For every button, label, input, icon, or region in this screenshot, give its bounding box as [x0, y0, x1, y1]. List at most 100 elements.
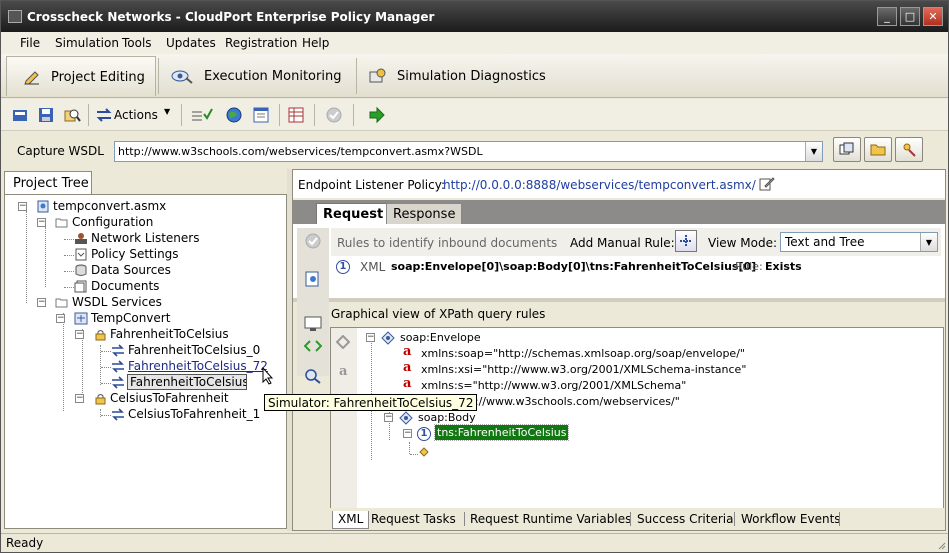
maximize-button[interactable]: □ [900, 7, 920, 26]
wsdl-dropdown-arrow-icon[interactable]: ▼ [805, 142, 822, 161]
folder-open-icon [55, 218, 68, 228]
mouse-cursor-icon [262, 367, 274, 385]
add-manual-rule-button[interactable] [675, 230, 697, 252]
collapse-toggle[interactable]: − [75, 394, 84, 403]
status-bar: Ready [1, 533, 948, 552]
run-arrow-icon[interactable] [368, 106, 386, 124]
attribute-icon: a [403, 344, 412, 359]
rules-header: Rules to identify inbound documents Add … [331, 228, 941, 256]
attribute-icon: a [403, 360, 412, 375]
bottom-tabs: XML Request Tasks Request Runtime Variab… [330, 508, 944, 529]
capture-button[interactable] [833, 137, 861, 162]
toolbar-divider [279, 104, 280, 126]
xml-tree-guide [410, 454, 418, 455]
policy-settings-icon [75, 248, 87, 261]
endpoint-url-link[interactable]: http://0.0.0.0:8888/webservices/tempconv… [443, 178, 756, 192]
attribute-icon[interactable]: a [339, 364, 347, 379]
collapse-toggle[interactable]: − [75, 330, 84, 339]
node-tag-icon[interactable] [336, 335, 350, 349]
tree-node-label: Policy Settings [91, 247, 179, 261]
view-mode-dropdown-icon[interactable]: ▼ [920, 233, 937, 251]
collapse-toggle[interactable]: − [403, 429, 412, 438]
rule-label: Rule: [735, 260, 763, 273]
actions-menu-button[interactable]: Actions [114, 108, 158, 122]
window-panel-icon[interactable] [252, 106, 270, 124]
add-document-icon[interactable] [304, 270, 322, 288]
capture-wsdl-label: Capture WSDL [17, 144, 104, 158]
tree-guide [64, 239, 74, 240]
rule-row[interactable]: 1 XML soap:Envelope[0]\soap:Body[0]\tns:… [331, 258, 831, 276]
status-text: Ready [6, 536, 44, 550]
actions-dropdown-arrow-icon[interactable]: ▼ [164, 107, 170, 116]
tab-response[interactable]: Response [386, 203, 463, 224]
tab-simulation-diagnostics-label: Simulation Diagnostics [397, 69, 546, 84]
tab-execution-monitoring[interactable]: Execution Monitoring [161, 56, 351, 96]
menu-simulation[interactable]: Simulation [55, 36, 119, 50]
wizard-button[interactable] [895, 137, 923, 162]
folder-icon [870, 144, 886, 156]
tab-success-criteria[interactable]: Success Criteria [632, 511, 738, 529]
tree-guide [101, 415, 111, 416]
tab-request[interactable]: Request [316, 203, 391, 224]
collapse-toggle[interactable]: − [366, 333, 375, 342]
xpath-view-title: Graphical view of XPath query rules [331, 307, 546, 321]
collapse-toggle[interactable]: − [18, 202, 27, 211]
resize-grip-icon[interactable] [936, 540, 946, 550]
save-icon[interactable] [37, 106, 55, 124]
xml-tree-guide [409, 442, 410, 454]
validate-rules-icon[interactable] [190, 106, 214, 124]
toolbar-divider [181, 104, 182, 126]
collapse-toggle[interactable]: − [56, 314, 65, 323]
folder-open-icon [55, 298, 68, 308]
check-disabled-icon[interactable] [325, 106, 343, 124]
tree-node-label: Configuration [72, 215, 154, 229]
element-icon [399, 411, 413, 425]
tree-guide [101, 383, 111, 384]
monitor-icon[interactable] [304, 316, 322, 332]
open-folder-button[interactable] [864, 137, 892, 162]
menu-updates[interactable]: Updates [166, 36, 216, 50]
tab-xml[interactable]: XML [332, 511, 370, 529]
search-icon[interactable] [304, 368, 322, 384]
collapse-toggle[interactable]: − [384, 413, 393, 422]
search-open-icon[interactable] [63, 106, 81, 124]
close-button[interactable]: ✕ [923, 7, 943, 26]
add-rule-icon [680, 235, 692, 247]
minimize-button[interactable]: _ [877, 7, 897, 26]
collapse-toggle[interactable]: − [37, 298, 46, 307]
new-project-icon[interactable] [11, 106, 29, 124]
tree-node-label: CelsiusToFahrenheit [110, 391, 229, 405]
tab-project-tree[interactable]: Project Tree [4, 171, 92, 195]
xml-node-selected-label: tns:FahrenheitToCelsius [433, 424, 570, 441]
globe-icon[interactable] [225, 106, 243, 124]
toolbar-divider [314, 104, 315, 126]
tab-workflow-events[interactable]: Workflow Events [736, 511, 846, 529]
rules-sidebar [297, 228, 329, 298]
tree-node-label: FahrenheitToCelsius_72 [128, 359, 268, 373]
app-window: Crosscheck Networks - CloudPort Enterpri… [0, 0, 949, 553]
menu-tools[interactable]: Tools [122, 36, 152, 50]
edit-endpoint-icon[interactable] [759, 176, 775, 191]
project-tree: − tempconvert.asmx − Configuration Netwo… [4, 194, 287, 529]
menu-registration[interactable]: Registration [225, 36, 297, 50]
tab-project-editing[interactable]: Project Editing [6, 56, 156, 96]
menu-help[interactable]: Help [302, 36, 329, 50]
tree-guide [45, 227, 46, 287]
rule-xpath: soap:Envelope[0]\soap:Body[0]\tns:Fahren… [391, 260, 757, 273]
endpoint-row: Endpoint Listener Policy: http://0.0.0.0… [293, 170, 945, 198]
menu-file[interactable]: File [20, 36, 40, 50]
tab-request-tasks[interactable]: Request Tasks [366, 511, 461, 529]
tab-simulation-diagnostics[interactable]: Simulation Diagnostics [361, 56, 551, 96]
wsdl-url-input[interactable] [118, 144, 798, 159]
xml-tags-icon[interactable] [304, 339, 322, 353]
table-grid-icon[interactable] [287, 106, 305, 124]
check-disabled-icon[interactable] [304, 232, 322, 250]
view-mode-select[interactable]: Text and Tree ▼ [780, 232, 938, 252]
collapse-toggle[interactable]: − [37, 218, 46, 227]
wizard-icon [903, 143, 916, 157]
wsdl-url-combo[interactable]: ▼ [114, 141, 823, 162]
tab-request-runtime-variables[interactable]: Request Runtime Variables [465, 511, 636, 529]
xml-attribute-label: xmlns:soap="http://schemas.xmlsoap.org/s… [421, 347, 745, 360]
tree-guide [64, 255, 74, 256]
value-node-icon[interactable] [419, 447, 429, 457]
